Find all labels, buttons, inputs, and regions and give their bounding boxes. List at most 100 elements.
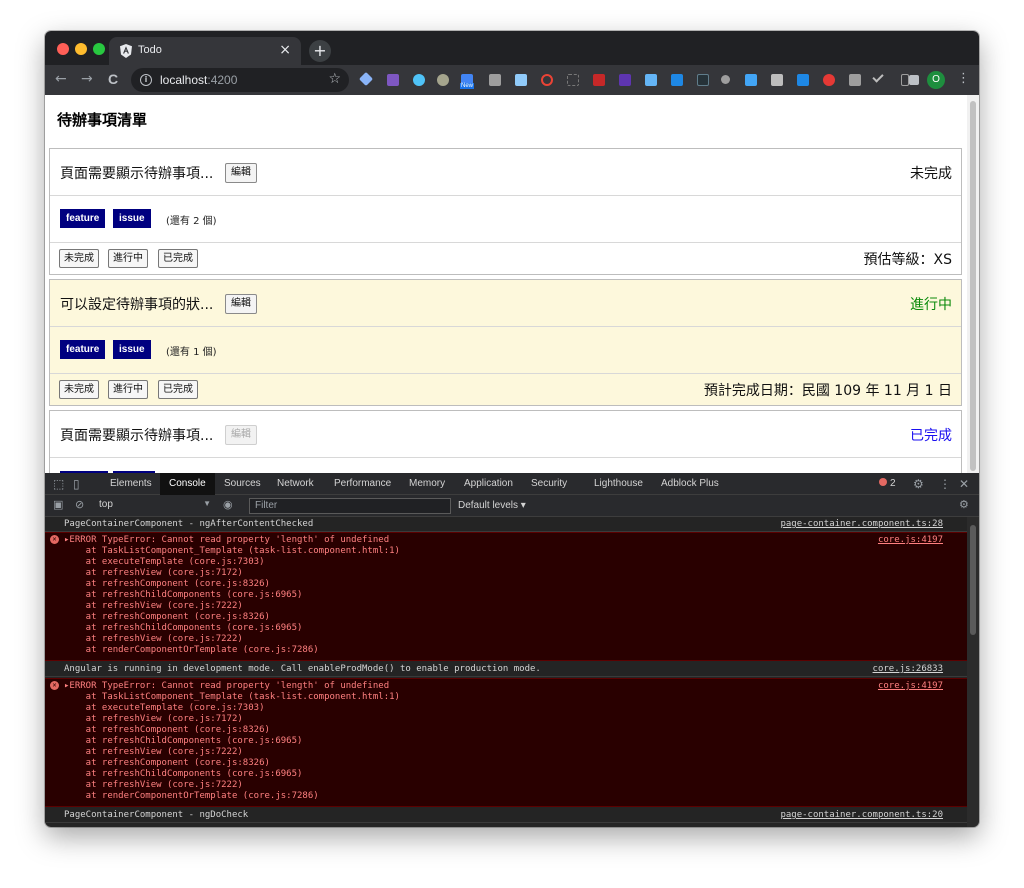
extension-icon-18[interactable] <box>797 74 809 86</box>
error-dot-icon <box>879 478 887 486</box>
devtools-tab-application[interactable]: Application <box>455 473 522 495</box>
extension-icon-9[interactable] <box>567 74 579 86</box>
extension-icon-3[interactable] <box>413 74 425 86</box>
source-link[interactable]: page-container.component.ts:28 <box>780 519 943 529</box>
console-log-message: PageContainerComponent - ngDoCheck page-… <box>45 808 967 823</box>
extension-icon-2[interactable] <box>387 74 399 86</box>
devtools-tab-console[interactable]: Console <box>160 473 215 495</box>
task-tags: feature issue (還有 1 個) <box>50 327 961 374</box>
bookmark-star-icon[interactable]: ☆ <box>328 71 341 87</box>
tab-close-icon[interactable]: × <box>279 42 291 58</box>
remaining-count: (還有 2 個) <box>166 216 217 227</box>
new-tab-button[interactable]: + <box>309 40 331 62</box>
clear-console-icon[interactable]: ⊘ <box>75 498 84 511</box>
angular-icon <box>120 44 132 58</box>
console-settings-icon[interactable]: ⚙ <box>959 498 969 511</box>
source-link[interactable]: page-container.component.ts:20 <box>780 810 943 820</box>
extension-icon-15[interactable] <box>721 75 730 84</box>
extension-icon-17[interactable] <box>771 74 783 86</box>
inspect-element-icon[interactable]: ⬚ <box>53 477 64 491</box>
extension-icon-10[interactable] <box>593 74 605 86</box>
browser-menu-icon[interactable]: ⋮ <box>957 71 970 86</box>
minimize-window-button[interactable] <box>75 43 87 55</box>
devtools-tab-network[interactable]: Network <box>268 473 323 495</box>
task-header: 頁面需要顯示待辦事項... 編輯 未完成 <box>50 149 961 196</box>
extension-icon-5[interactable]: New <box>460 74 475 89</box>
context-selector[interactable]: top ▼ <box>99 499 211 513</box>
checkmark-icon[interactable] <box>872 71 884 83</box>
source-link[interactable]: core.js:4197 <box>878 681 943 691</box>
extension-icon-11[interactable] <box>619 74 631 86</box>
devtools-tab-sources[interactable]: Sources <box>215 473 270 495</box>
puzzle-extensions-icon[interactable] <box>909 75 919 85</box>
address-bar[interactable]: i localhost:4200 ☆ <box>131 68 349 92</box>
tag-issue: issue <box>113 340 151 359</box>
console-messages: PageContainerComponent - ngAfterContentC… <box>45 517 967 827</box>
error-icon: ✕ <box>50 535 59 544</box>
set-todo-button[interactable]: 未完成 <box>59 249 99 268</box>
sidebar-toggle-icon[interactable]: ▣ <box>53 498 63 511</box>
console-scrollbar-thumb[interactable] <box>970 525 976 635</box>
console-scrollbar[interactable] <box>967 517 979 827</box>
new-badge: New <box>460 83 475 89</box>
settings-gear-icon[interactable]: ⚙ <box>913 477 924 491</box>
extension-icon-4[interactable] <box>437 74 449 86</box>
log-levels-dropdown[interactable]: Default levels ▾ <box>458 500 526 511</box>
extension-icon-22[interactable] <box>901 74 909 86</box>
console-error-message[interactable]: ✕ core.js:4197 ▸ERROR TypeError: Cannot … <box>45 678 967 807</box>
devtools-tab-memory[interactable]: Memory <box>400 473 454 495</box>
console-filter-input[interactable]: Filter <box>249 498 451 514</box>
site-info-icon[interactable]: i <box>140 74 152 86</box>
profile-avatar[interactable]: O <box>927 71 945 89</box>
extension-icon-8[interactable] <box>541 74 553 86</box>
extension-icon-12[interactable] <box>645 74 657 86</box>
tag-feature: feature <box>60 209 106 228</box>
browser-toolbar: ← → C i localhost:4200 ☆ New O ⋮ <box>45 65 979 95</box>
extension-icon-13[interactable] <box>671 74 683 86</box>
maximize-window-button[interactable] <box>93 43 105 55</box>
devtools-tab-security[interactable]: Security <box>522 473 576 495</box>
edit-button[interactable]: 編輯 <box>225 294 257 314</box>
back-icon[interactable]: ← <box>55 71 67 87</box>
devtools-panel: ⬚ ▯ Elements Console Sources Network Per… <box>45 473 979 827</box>
set-todo-button[interactable]: 未完成 <box>59 380 99 399</box>
close-devtools-icon[interactable]: ✕ <box>959 477 969 491</box>
task-status: 未完成 <box>910 166 952 182</box>
devtools-tab-adblock-plus[interactable]: Adblock Plus <box>652 473 728 495</box>
devtools-menu-icon[interactable]: ⋮ <box>939 477 951 491</box>
edit-button[interactable]: 編輯 <box>225 163 257 183</box>
forward-icon[interactable]: → <box>81 71 93 87</box>
task-status: 已完成 <box>910 428 952 444</box>
extension-icon-7[interactable] <box>515 74 527 86</box>
devtools-tab-lighthouse[interactable]: Lighthouse <box>585 473 652 495</box>
source-link[interactable]: core.js:26833 <box>873 664 943 674</box>
extension-icon-6[interactable] <box>489 74 501 86</box>
task-footer: 未完成 進行中 已完成 預估等級：XS <box>50 243 961 274</box>
extension-icon-20[interactable] <box>849 74 861 86</box>
set-done-button[interactable]: 已完成 <box>158 249 198 268</box>
reload-icon[interactable]: C <box>108 71 118 87</box>
error-count-badge[interactable]: 2 <box>879 478 896 489</box>
devtools-tab-elements[interactable]: Elements <box>101 473 161 495</box>
page-scrollbar-thumb[interactable] <box>970 101 976 471</box>
console-filter-bar: ▣ ⊘ top ▼ ◉ Filter Default levels ▾ ⚙ <box>45 495 979 517</box>
devtools-tab-performance[interactable]: Performance <box>325 473 400 495</box>
extension-icon-16[interactable] <box>745 74 757 86</box>
page-title: 待辦事項清單 <box>57 111 148 129</box>
device-toolbar-icon[interactable]: ▯ <box>73 477 80 491</box>
extension-icon-14[interactable] <box>697 74 709 86</box>
task-card: 頁面需要顯示待辦事項... 編輯 未完成 feature issue (還有 2… <box>49 148 962 275</box>
source-link[interactable]: core.js:4197 <box>878 535 943 545</box>
extension-icon-1[interactable] <box>358 71 374 87</box>
console-error-message[interactable]: ✕ core.js:4197 ▸ERROR TypeError: Cannot … <box>45 532 967 661</box>
set-in-progress-button[interactable]: 進行中 <box>108 380 148 399</box>
close-window-button[interactable] <box>57 43 69 55</box>
set-in-progress-button[interactable]: 進行中 <box>108 249 148 268</box>
set-done-button[interactable]: 已完成 <box>158 380 198 399</box>
task-card: 頁面需要顯示待辦事項... 編輯 已完成 <box>49 410 962 473</box>
page-scrollbar[interactable] <box>967 95 979 473</box>
live-expression-eye-icon[interactable]: ◉ <box>223 498 233 511</box>
adblock-plus-icon[interactable] <box>823 74 835 86</box>
browser-window: Todo × + ← → C i localhost:4200 ☆ New O … <box>45 31 979 827</box>
browser-tab-todo[interactable]: Todo × <box>109 37 301 65</box>
